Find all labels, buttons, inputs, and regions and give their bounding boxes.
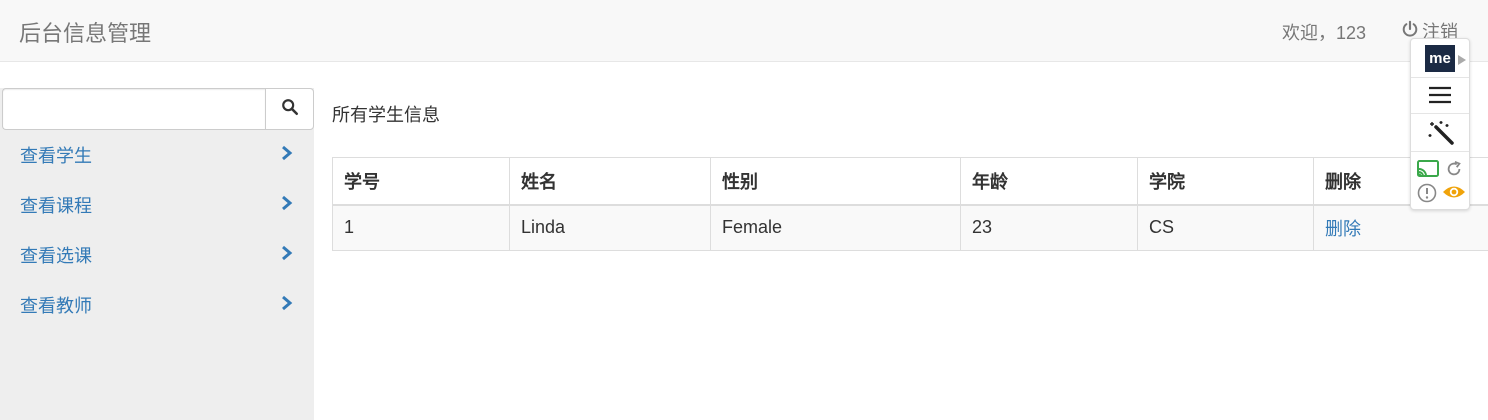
sidebar-item-label: 查看学生 xyxy=(20,146,92,166)
delete-link[interactable]: 删除 xyxy=(1313,204,1488,251)
column-header-college: 学院 xyxy=(1137,157,1314,206)
column-header-id: 学号 xyxy=(332,157,510,206)
search-button[interactable] xyxy=(265,88,314,130)
page-title: 所有学生信息 xyxy=(332,105,440,125)
sidebar-item-courses[interactable]: 查看课程 xyxy=(0,180,314,230)
sidebar-item-label: 查看选课 xyxy=(20,246,92,266)
welcome-text: 欢迎，123 xyxy=(1282,23,1367,43)
chevron-right-icon xyxy=(280,195,294,216)
divider xyxy=(1411,77,1469,78)
sidebar-item-students[interactable]: 查看学生 xyxy=(0,130,314,180)
magic-wand-icon[interactable] xyxy=(1427,118,1455,151)
table-header-row: 学号 姓名 性别 年龄 学院 删除 xyxy=(332,157,1488,206)
column-header-name: 姓名 xyxy=(509,157,711,206)
column-header-age: 年龄 xyxy=(960,157,1138,206)
divider xyxy=(1411,113,1469,114)
expand-arrow-icon[interactable] xyxy=(1458,52,1466,65)
chevron-right-icon xyxy=(280,145,294,166)
column-header-gender: 性别 xyxy=(710,157,961,206)
divider xyxy=(1411,151,1469,152)
sidebar-item-label: 查看课程 xyxy=(20,196,92,216)
search-input[interactable] xyxy=(2,88,265,130)
sidebar-search xyxy=(2,88,314,130)
cast-icon[interactable] xyxy=(1417,160,1439,183)
menu-icon[interactable] xyxy=(1428,85,1452,110)
alert-icon[interactable] xyxy=(1417,183,1437,208)
eye-icon[interactable] xyxy=(1442,184,1466,205)
chevron-right-icon xyxy=(280,295,294,316)
cell-age: 23 xyxy=(960,204,1138,251)
cell-id: 1 xyxy=(332,204,510,251)
cell-name: Linda xyxy=(509,204,711,251)
extension-logo[interactable]: me xyxy=(1425,45,1455,72)
top-navbar: 后台信息管理 欢迎，123 注销 xyxy=(0,0,1488,62)
search-icon xyxy=(281,98,299,121)
cell-gender: Female xyxy=(710,204,961,251)
students-table: 学号 姓名 性别 年龄 学院 删除 1 Linda Female 23 CS 删… xyxy=(332,157,1488,251)
cell-college: CS xyxy=(1137,204,1314,251)
sidebar-top-gap xyxy=(0,62,314,88)
extension-toolbar: me xyxy=(1410,38,1470,210)
sidebar-item-label: 查看教师 xyxy=(20,296,92,316)
table-row: 1 Linda Female 23 CS 删除 xyxy=(332,204,1488,251)
sidebar-item-enrollments[interactable]: 查看选课 xyxy=(0,230,314,280)
sidebar-item-teachers[interactable]: 查看教师 xyxy=(0,280,314,330)
refresh-icon[interactable] xyxy=(1445,160,1463,183)
chevron-right-icon xyxy=(280,245,294,266)
brand-title[interactable]: 后台信息管理 xyxy=(19,16,151,48)
